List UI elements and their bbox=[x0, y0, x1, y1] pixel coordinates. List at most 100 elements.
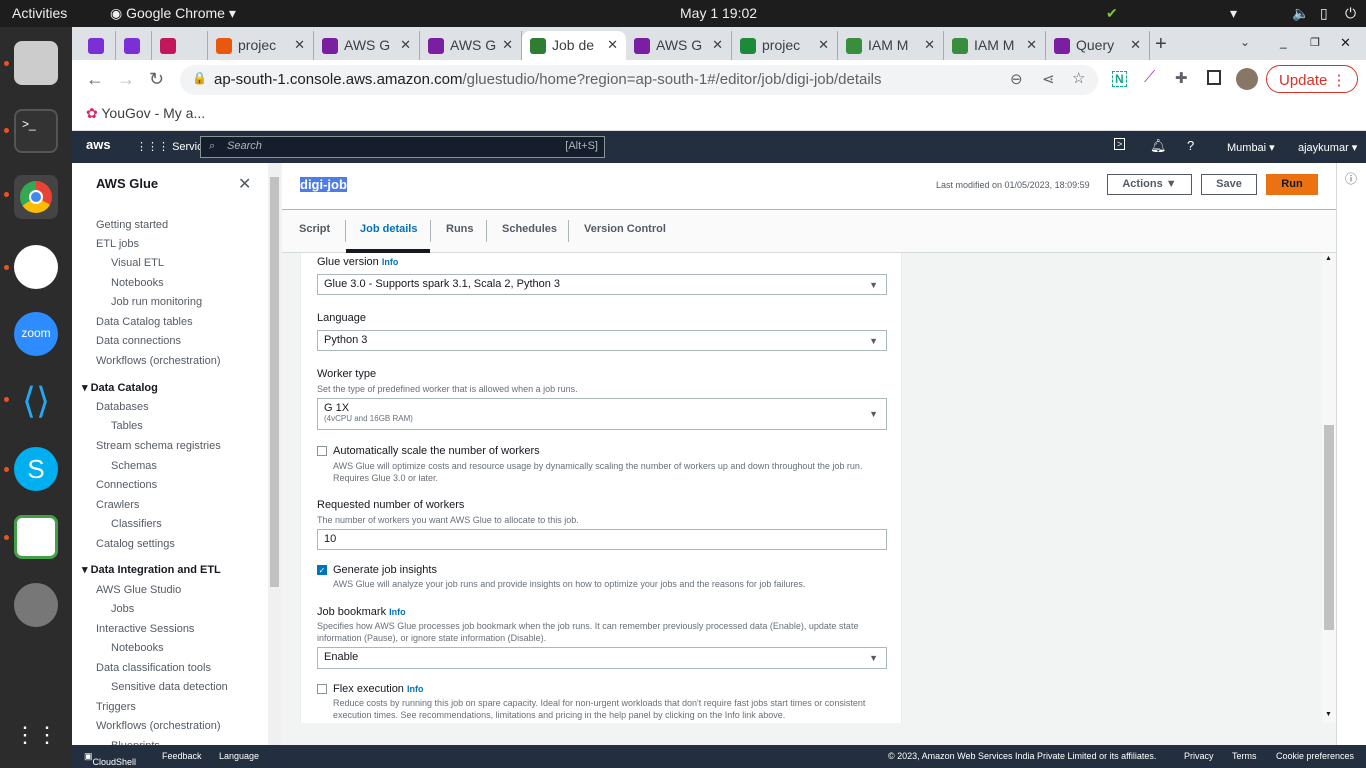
worker-type-select[interactable]: G 1X (4vCPU and 16GB RAM) ▼ bbox=[317, 398, 887, 430]
forward-button[interactable]: → bbox=[117, 69, 135, 90]
sidebar-item[interactable]: Job run monitoring bbox=[111, 296, 202, 308]
actions-button[interactable]: Actions ▼ bbox=[1107, 174, 1192, 195]
clock[interactable]: May 1 19:02 bbox=[680, 5, 757, 21]
tab-version-control[interactable]: Version Control bbox=[584, 223, 666, 235]
bookmark-star-icon[interactable]: ☆ bbox=[1072, 69, 1085, 87]
flex-checkbox[interactable] bbox=[317, 684, 327, 694]
help-icon[interactable]: ? bbox=[1187, 138, 1194, 153]
sidebar-item[interactable]: Classifiers bbox=[111, 518, 162, 530]
language-select[interactable]: Python 3 ▼ bbox=[317, 330, 887, 351]
insights-checkbox[interactable]: ✓ bbox=[317, 565, 327, 575]
sidebar-item[interactable]: Workflows (orchestration) bbox=[96, 355, 221, 367]
info-panel-icon[interactable]: ⓘ bbox=[1345, 170, 1357, 187]
autoscale-checkbox[interactable] bbox=[317, 446, 327, 456]
browser-tab[interactable]: IAM M ✕ bbox=[944, 31, 1046, 60]
info-link[interactable]: Info bbox=[389, 607, 406, 617]
sidebar-item[interactable]: Getting started bbox=[96, 219, 168, 231]
main-scrollbar[interactable]: ▲ ▼ bbox=[1322, 253, 1336, 723]
sidebar-item[interactable]: Tables bbox=[111, 420, 143, 432]
tab-close-icon[interactable]: ✕ bbox=[1026, 37, 1037, 53]
back-button[interactable]: ← bbox=[86, 69, 104, 90]
sidebar-item[interactable]: Visual ETL bbox=[111, 257, 164, 269]
new-tab-button[interactable]: + bbox=[1155, 33, 1167, 56]
sidebar-item[interactable]: Data connections bbox=[96, 335, 181, 347]
tab-close-icon[interactable]: ✕ bbox=[400, 37, 411, 53]
zoom-icon[interactable]: ⊖ bbox=[1010, 70, 1023, 88]
wifi-icon[interactable]: ▾ bbox=[1230, 5, 1237, 22]
browser-tab[interactable] bbox=[80, 31, 116, 60]
bookmark-yougov[interactable]: ✿ YouGov - My a... bbox=[86, 105, 205, 122]
sidepanel-icon[interactable] bbox=[1207, 70, 1221, 85]
sidebar-item[interactable]: Crawlers bbox=[96, 499, 139, 511]
scroll-up-icon[interactable]: ▲ bbox=[1325, 255, 1332, 262]
notifications-icon[interactable]: 🔔︎ bbox=[1150, 138, 1167, 154]
close-sidebar-icon[interactable]: ✕ bbox=[238, 174, 251, 194]
scroll-down-icon[interactable]: ▼ bbox=[1325, 711, 1332, 718]
sidebar-item[interactable]: Data classification tools bbox=[96, 662, 211, 674]
info-link[interactable]: Info bbox=[382, 257, 399, 267]
run-button[interactable]: Run bbox=[1266, 174, 1318, 195]
workers-input[interactable]: 10 bbox=[317, 529, 887, 550]
sidebar-item[interactable]: Notebooks bbox=[111, 642, 164, 654]
update-button[interactable]: Update ⋮ bbox=[1266, 65, 1358, 93]
save-button[interactable]: Save bbox=[1201, 174, 1257, 195]
sidebar-item[interactable]: ETL jobs bbox=[96, 238, 139, 250]
language-link[interactable]: Language bbox=[219, 751, 259, 761]
profile-avatar[interactable] bbox=[1236, 68, 1258, 90]
tab-close-icon[interactable]: ✕ bbox=[294, 37, 305, 53]
sidebar-item[interactable]: Jobs bbox=[111, 603, 134, 615]
slack-icon[interactable] bbox=[14, 245, 58, 289]
cloudshell-link[interactable]: ▣ CloudShell bbox=[84, 751, 136, 767]
scrollbar-thumb[interactable] bbox=[1324, 425, 1334, 630]
activities-button[interactable]: Activities bbox=[12, 5, 67, 21]
browser-tab[interactable]: AWS G ✕ bbox=[314, 31, 420, 60]
browser-tab[interactable]: AWS G ✕ bbox=[420, 31, 522, 60]
feedback-link[interactable]: Feedback bbox=[162, 751, 202, 761]
close-window-button[interactable]: ✕ bbox=[1340, 35, 1351, 51]
browser-tab[interactable]: projec ✕ bbox=[732, 31, 838, 60]
tab-search-button[interactable]: ⌄ bbox=[1240, 35, 1250, 49]
tab-close-icon[interactable]: ✕ bbox=[712, 37, 723, 53]
sidebar-item[interactable]: Notebooks bbox=[111, 277, 164, 289]
privacy-link[interactable]: Privacy bbox=[1184, 751, 1214, 761]
sidebar-item[interactable]: Stream schema registries bbox=[96, 440, 221, 452]
sidebar-scrollbar[interactable] bbox=[268, 163, 281, 745]
sidebar-item[interactable]: Triggers bbox=[96, 701, 136, 713]
address-bar[interactable]: 🔒 ap-south-1.console.aws.amazon.com/glue… bbox=[180, 65, 1098, 95]
share-icon[interactable]: ⋖ bbox=[1042, 70, 1055, 88]
scrollbar-thumb[interactable] bbox=[270, 177, 279, 587]
sidebar-item[interactable]: Databases bbox=[96, 401, 149, 413]
tab-script[interactable]: Script bbox=[299, 223, 330, 235]
browser-tab[interactable]: Job de ✕ bbox=[522, 31, 626, 60]
zoom-icon[interactable]: zoom bbox=[14, 312, 58, 356]
tab-close-icon[interactable]: ✕ bbox=[818, 37, 829, 53]
tab-close-icon[interactable]: ✕ bbox=[607, 37, 618, 53]
account-menu[interactable]: ajaykumar ▾ bbox=[1298, 141, 1357, 154]
cloudshell-icon[interactable]: > bbox=[1114, 138, 1126, 150]
browser-tab[interactable]: AWS G ✕ bbox=[626, 31, 732, 60]
chrome-dock-icon[interactable] bbox=[14, 175, 58, 219]
browser-tab[interactable] bbox=[116, 31, 152, 60]
browser-tab[interactable]: Query ✕ bbox=[1046, 31, 1150, 60]
aws-logo[interactable]: aws bbox=[86, 137, 111, 152]
sidebar-item[interactable]: AWS Glue Studio bbox=[96, 584, 181, 596]
job-name[interactable]: digi-job bbox=[300, 177, 347, 192]
browser-tab[interactable]: projec ✕ bbox=[208, 31, 314, 60]
spreadsheet-icon[interactable] bbox=[14, 515, 58, 559]
app-menu[interactable]: ◉ Google Chrome ▾ bbox=[110, 5, 236, 22]
vscode-icon[interactable]: ⟨⟩ bbox=[14, 379, 58, 423]
extension-n-icon[interactable]: N bbox=[1112, 71, 1127, 87]
settings-icon[interactable] bbox=[14, 583, 58, 627]
sidebar-item[interactable]: Workflows (orchestration) bbox=[96, 720, 221, 732]
sidebar-item[interactable]: Catalog settings bbox=[96, 538, 175, 550]
tab-close-icon[interactable]: ✕ bbox=[502, 37, 513, 53]
battery-icon[interactable]: ▯ bbox=[1320, 5, 1328, 22]
sidebar-item[interactable]: Data Catalog tables bbox=[96, 316, 193, 328]
glue-version-select[interactable]: Glue 3.0 - Supports spark 3.1, Scala 2, … bbox=[317, 274, 887, 295]
sidebar-item[interactable]: Connections bbox=[96, 479, 157, 491]
reload-button[interactable]: ↻ bbox=[149, 69, 164, 90]
power-icon[interactable]: ⏻ bbox=[1345, 5, 1356, 22]
volume-icon[interactable]: 🔈 bbox=[1292, 5, 1309, 22]
minimize-button[interactable]: _ bbox=[1280, 35, 1287, 49]
extension-feather-icon[interactable]: ⟋ bbox=[1144, 69, 1155, 87]
